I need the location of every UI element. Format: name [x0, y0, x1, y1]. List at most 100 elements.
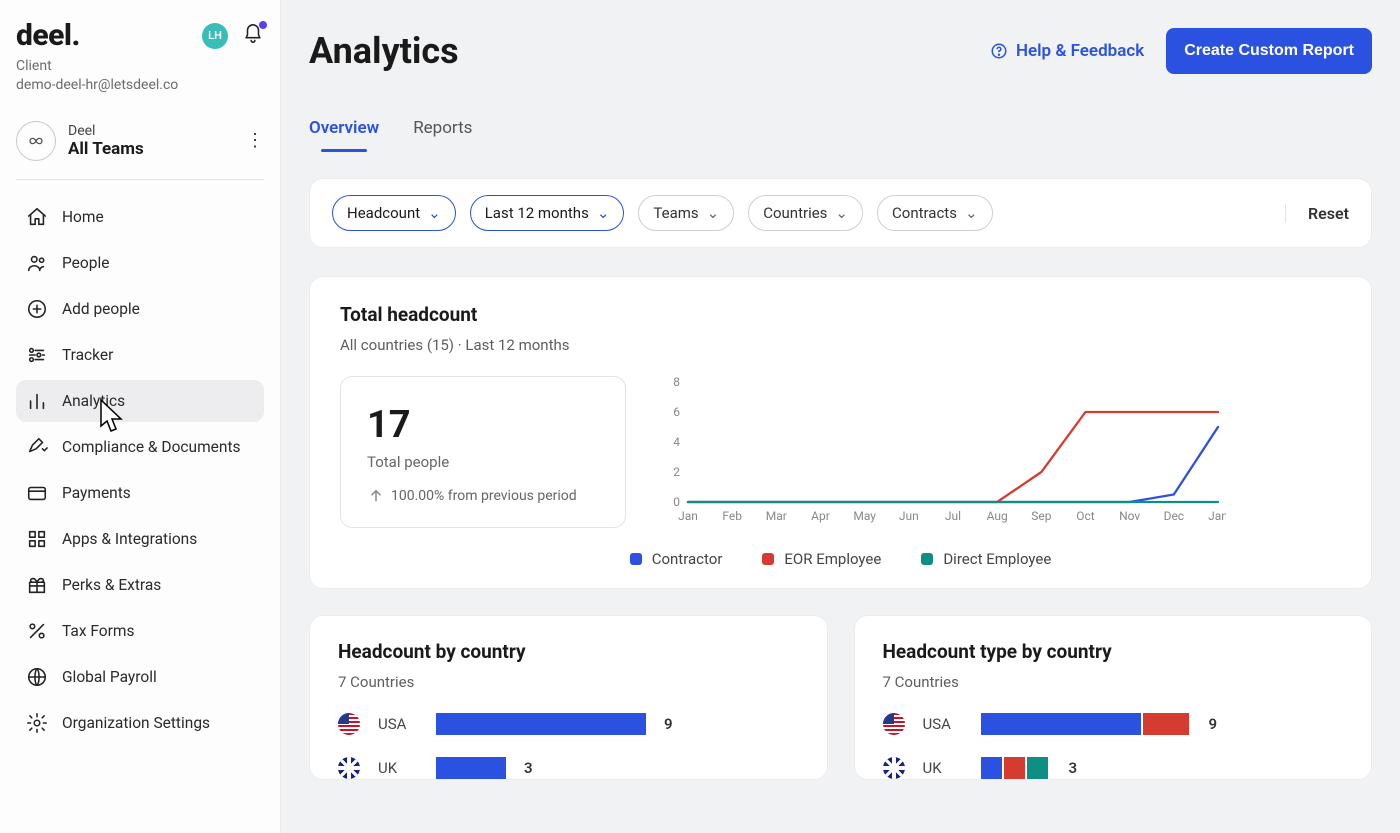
page-title: Analytics	[309, 30, 459, 72]
help-link[interactable]: Help & Feedback	[990, 41, 1144, 61]
gift-icon	[26, 574, 48, 596]
nav-label: Add people	[62, 300, 140, 318]
bar-segment-contractor	[981, 757, 1002, 779]
chevron-down-icon: ⌄	[428, 204, 441, 222]
country-row-usa: USA 9	[883, 713, 1344, 735]
country-label: UK	[378, 759, 418, 777]
notifications-button[interactable]	[242, 23, 264, 49]
org-menu-button[interactable]: ⋮	[246, 130, 264, 151]
reset-filters-button[interactable]: Reset	[1285, 204, 1349, 223]
country-row-uk: UK 3	[338, 757, 799, 779]
bar-value: 9	[664, 715, 673, 733]
headcount-line-chart: 02468JanFebMarAprMayJunJulAugSepOctNovDe…	[666, 376, 1341, 530]
home-icon	[26, 206, 48, 228]
document-check-icon	[26, 436, 48, 458]
org-badge[interactable]	[16, 121, 56, 161]
nav-global-payroll[interactable]: Global Payroll	[16, 656, 264, 698]
user-avatar[interactable]: LH	[202, 23, 228, 49]
stat-label: Total people	[367, 453, 599, 471]
nav-label: Tracker	[62, 346, 113, 364]
client-label: Client	[16, 57, 264, 76]
filter-bar: Headcount ⌄ Last 12 months ⌄ Teams ⌄ Cou…	[309, 178, 1372, 248]
country-row-uk: UK 3	[883, 757, 1344, 779]
sidebar: deel. LH Client demo-deel-hr@letsdeel.co…	[0, 0, 281, 833]
gear-icon	[26, 712, 48, 734]
bar-value: 9	[1209, 715, 1218, 733]
legend-eor: EOR Employee	[762, 550, 881, 568]
nav-label: People	[62, 254, 109, 272]
tab-reports[interactable]: Reports	[413, 118, 472, 152]
svg-text:Jan: Jan	[1208, 509, 1226, 523]
nav-analytics[interactable]: Analytics	[16, 380, 264, 422]
flag-uk-icon	[883, 757, 905, 779]
svg-text:Mar: Mar	[766, 509, 787, 523]
main-content: Analytics Help & Feedback Create Custom …	[281, 0, 1400, 833]
bar-value: 3	[524, 759, 533, 777]
nav-tax-forms[interactable]: Tax Forms	[16, 610, 264, 652]
org-name: Deel	[68, 123, 144, 139]
nav-payments[interactable]: Payments	[16, 472, 264, 514]
nav-label: Apps & Integrations	[62, 530, 197, 548]
country-label: USA	[378, 715, 418, 733]
svg-text:Feb: Feb	[722, 509, 742, 523]
chevron-down-icon: ⌄	[835, 204, 848, 222]
filter-headcount[interactable]: Headcount ⌄	[332, 195, 456, 231]
nav-label: Organization Settings	[62, 714, 210, 732]
filter-teams[interactable]: Teams ⌄	[638, 195, 734, 231]
chevron-down-icon: ⌄	[597, 204, 610, 222]
svg-text:Sep: Sep	[1031, 509, 1051, 523]
card-title: Headcount type by country	[883, 640, 1344, 663]
nav-label: Analytics	[62, 392, 125, 410]
bar-segment	[436, 757, 506, 779]
people-icon	[26, 252, 48, 274]
filter-countries[interactable]: Countries ⌄	[748, 195, 863, 231]
svg-text:4: 4	[673, 435, 680, 449]
chart-legend: Contractor EOR Employee Direct Employee	[340, 550, 1341, 568]
country-label: USA	[923, 715, 963, 733]
svg-text:Aug: Aug	[987, 509, 1008, 523]
percent-icon	[26, 620, 48, 642]
country-label: UK	[923, 759, 963, 777]
svg-text:Jul: Jul	[945, 509, 961, 523]
tracker-icon	[26, 344, 48, 366]
legend-contractor: Contractor	[630, 550, 723, 568]
filter-contracts[interactable]: Contracts ⌄	[877, 195, 993, 231]
filter-label: Last 12 months	[485, 204, 589, 222]
nav-perks[interactable]: Perks & Extras	[16, 564, 264, 606]
legend-swatch-icon	[630, 553, 642, 565]
card-subtitle: 7 Countries	[338, 673, 799, 691]
client-email: demo-deel-hr@letsdeel.co	[16, 76, 264, 95]
nav-add-people[interactable]: Add people	[16, 288, 264, 330]
tab-overview[interactable]: Overview	[309, 118, 379, 152]
nav-label: Global Payroll	[62, 668, 157, 686]
tabs: Overview Reports	[309, 118, 1372, 152]
nav-home[interactable]: Home	[16, 196, 264, 238]
bar-segment-contractor	[981, 713, 1141, 735]
svg-text:6: 6	[673, 405, 680, 419]
arrow-up-icon	[367, 487, 385, 505]
help-circle-icon	[990, 42, 1008, 60]
nav-apps[interactable]: Apps & Integrations	[16, 518, 264, 560]
headcount-type-by-country-card: Headcount type by country 7 Countries US…	[854, 615, 1373, 780]
svg-text:0: 0	[673, 495, 680, 509]
nav-org-settings[interactable]: Organization Settings	[16, 702, 264, 744]
chevron-down-icon: ⌄	[965, 204, 978, 222]
bar-chart-icon	[26, 390, 48, 412]
bar-segment-direct	[1027, 757, 1048, 779]
flag-usa-icon	[883, 713, 905, 735]
nav-people[interactable]: People	[16, 242, 264, 284]
nav-label: Perks & Extras	[62, 576, 161, 594]
svg-text:8: 8	[673, 376, 680, 389]
nav-label: Tax Forms	[62, 622, 134, 640]
filter-period[interactable]: Last 12 months ⌄	[470, 195, 625, 231]
total-people-stat: 17 Total people 100.00% from previous pe…	[340, 376, 626, 528]
stat-value: 17	[367, 403, 599, 447]
bar-segment-eor	[1004, 757, 1025, 779]
nav-tracker[interactable]: Tracker	[16, 334, 264, 376]
nav-compliance[interactable]: Compliance & Documents	[16, 426, 264, 468]
svg-text:Dec: Dec	[1164, 509, 1185, 523]
card-subtitle: 7 Countries	[883, 673, 1344, 691]
country-row-usa: USA 9	[338, 713, 799, 735]
create-report-button[interactable]: Create Custom Report	[1166, 28, 1372, 74]
svg-text:2: 2	[673, 465, 680, 479]
